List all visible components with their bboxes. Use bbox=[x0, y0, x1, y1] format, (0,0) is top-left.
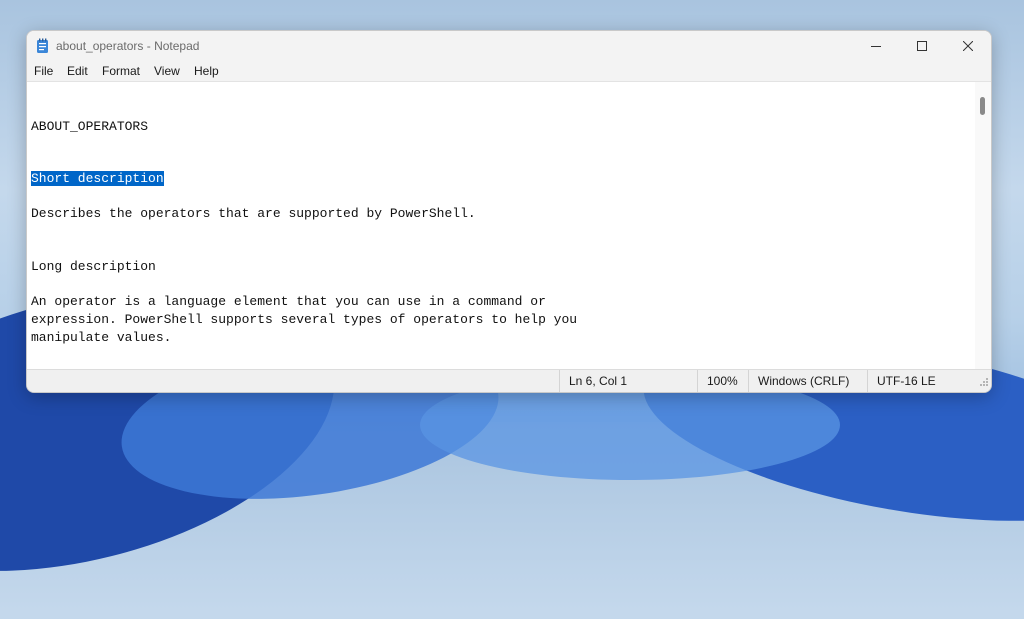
scrollbar-thumb[interactable] bbox=[980, 97, 985, 115]
text-editor[interactable]: ABOUT_OPERATORS Short description Descri… bbox=[27, 82, 975, 370]
maximize-icon bbox=[917, 41, 927, 51]
notepad-icon bbox=[36, 38, 49, 59]
status-encoding: UTF-16 LE bbox=[867, 370, 977, 392]
text-line: manipulate values. bbox=[31, 330, 172, 345]
title-bar[interactable]: about_operators - Notepad bbox=[27, 31, 991, 61]
menu-file[interactable]: File bbox=[34, 64, 53, 78]
text-line-selected: Short description bbox=[31, 171, 164, 186]
resize-grip-icon[interactable] bbox=[979, 376, 989, 390]
menu-view[interactable]: View bbox=[154, 64, 180, 78]
maximize-button[interactable] bbox=[899, 31, 945, 61]
text-line: An operator is a language element that y… bbox=[31, 294, 546, 309]
status-bar: Ln 6, Col 1 100% Windows (CRLF) UTF-16 L… bbox=[27, 369, 991, 392]
menu-format[interactable]: Format bbox=[102, 64, 140, 78]
menu-edit[interactable]: Edit bbox=[67, 64, 88, 78]
text-line: ABOUT_OPERATORS bbox=[31, 119, 149, 134]
text-line: expression. PowerShell supports several … bbox=[31, 312, 578, 327]
close-button[interactable] bbox=[945, 31, 991, 61]
window-title: about_operators - Notepad bbox=[56, 39, 200, 53]
status-zoom: 100% bbox=[697, 370, 749, 392]
vertical-scrollbar[interactable] bbox=[975, 82, 991, 370]
menu-help[interactable]: Help bbox=[194, 64, 219, 78]
menu-bar: File Edit Format View Help bbox=[27, 61, 991, 82]
text-line: Describes the operators that are support… bbox=[31, 206, 476, 221]
close-icon bbox=[963, 41, 973, 51]
minimize-icon bbox=[871, 46, 881, 47]
text-line: Long description bbox=[31, 259, 156, 274]
minimize-button[interactable] bbox=[853, 31, 899, 61]
notepad-window: about_operators - Notepad File Edit Form… bbox=[26, 30, 992, 393]
status-cursor-position: Ln 6, Col 1 bbox=[559, 370, 697, 392]
status-line-ending: Windows (CRLF) bbox=[748, 370, 858, 392]
